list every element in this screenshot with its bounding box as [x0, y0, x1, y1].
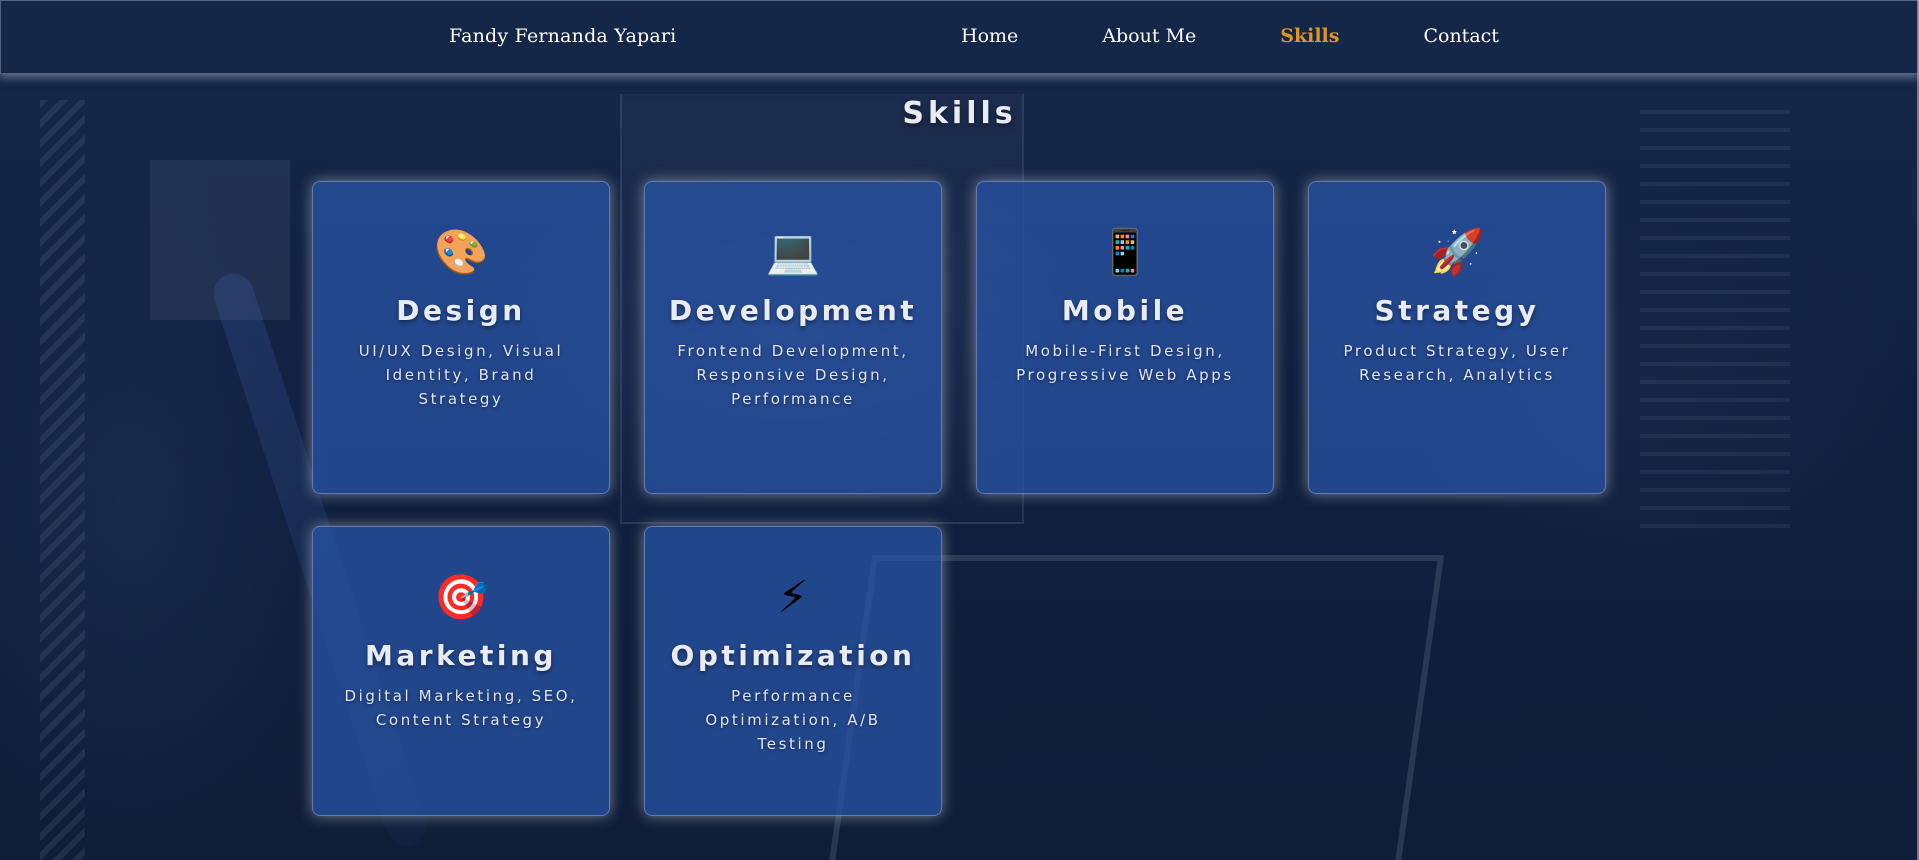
background-rack — [1640, 110, 1790, 530]
skill-description: Digital Marketing, SEO, Content Strategy — [344, 687, 578, 729]
skill-description: Mobile-First Design, Progressive Web App… — [1016, 342, 1234, 384]
nav-underband — [0, 72, 1919, 94]
background-stripe — [40, 100, 85, 860]
skills-grid: 🎨 Design UI/UX Design, Visual Identity, … — [312, 181, 1608, 816]
section-title: Skills — [902, 96, 1017, 131]
brand-name[interactable]: Fandy Fernanda Yapari — [449, 25, 676, 47]
skill-card-marketing[interactable]: 🎯 Marketing Digital Marketing, SEO, Cont… — [312, 526, 610, 816]
skill-card-strategy[interactable]: 🚀 Strategy Product Strategy, User Resear… — [1308, 181, 1606, 494]
skill-description: UI/UX Design, Visual Identity, Brand Str… — [358, 342, 564, 408]
skill-card-development[interactable]: 💻 Development Frontend Development, Resp… — [644, 181, 942, 494]
lightning-icon: ⚡ — [777, 572, 809, 623]
skill-title: Marketing — [365, 639, 557, 672]
skill-title: Design — [396, 294, 526, 327]
nav-link-skills[interactable]: Skills — [1280, 25, 1339, 47]
skill-title: Mobile — [1061, 294, 1189, 327]
palette-icon: 🎨 — [433, 227, 489, 278]
nav-link-contact[interactable]: Contact — [1423, 25, 1498, 47]
nav-link-about-me[interactable]: About Me — [1102, 25, 1196, 47]
skill-card-design[interactable]: 🎨 Design UI/UX Design, Visual Identity, … — [312, 181, 610, 494]
nav-link-home[interactable]: Home — [961, 25, 1018, 47]
top-navbar: Fandy Fernanda Yapari Home About Me Skil… — [0, 0, 1919, 74]
skill-title: Strategy — [1374, 294, 1540, 327]
page: Fandy Fernanda Yapari Home About Me Skil… — [0, 0, 1919, 860]
nav-links: Home About Me Skills Contact — [961, 25, 1583, 47]
skill-title: Optimization — [670, 639, 916, 672]
skill-description: Performance Optimization, A/B Testing — [705, 687, 881, 753]
skill-card-mobile[interactable]: 📱 Mobile Mobile-First Design, Progressiv… — [976, 181, 1274, 494]
skill-description: Product Strategy, User Research, Analyti… — [1343, 342, 1571, 384]
skill-title: Development — [668, 294, 918, 327]
mobile-phone-icon: 📱 — [1097, 227, 1153, 278]
rocket-icon: 🚀 — [1429, 227, 1485, 278]
target-icon: 🎯 — [433, 572, 489, 623]
skill-card-optimization[interactable]: ⚡ Optimization Performance Optimization,… — [644, 526, 942, 816]
skill-description: Frontend Development, Responsive Design,… — [677, 342, 909, 408]
laptop-icon: 💻 — [765, 227, 821, 278]
